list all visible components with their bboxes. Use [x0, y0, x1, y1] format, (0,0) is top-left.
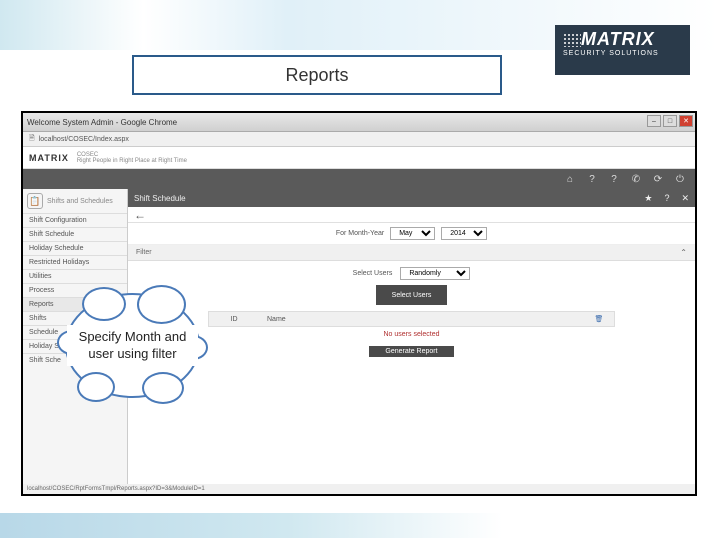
sidebar-item-restricted-holidays[interactable]: Restricted Holidays	[23, 255, 127, 269]
content-title: Shift Schedule	[134, 194, 186, 203]
home-icon[interactable]: ⌂	[561, 172, 579, 186]
app-logo-text: MATRIX	[29, 153, 69, 163]
chrome-window-title: Welcome System Admin - Google Chrome	[27, 118, 177, 127]
select-users-button[interactable]: Select Users	[376, 285, 448, 305]
sidebar-item-shift-schedule[interactable]: Shift Schedule	[23, 227, 127, 241]
select-users-label: Select Users	[353, 270, 393, 277]
close-button[interactable]: ✕	[679, 115, 693, 127]
chrome-addressbar: 🗎 localhost/COSEC/Index.aspx	[23, 132, 695, 147]
star-icon[interactable]: ★	[644, 193, 652, 204]
month-year-label: For Month-Year	[336, 230, 384, 237]
chrome-status-bar: localhost/COSEC/RptFormsTmpl/Reports.asp…	[23, 484, 695, 494]
phone-icon[interactable]: ✆	[627, 172, 645, 186]
collapse-icon[interactable]: ⌃	[680, 248, 687, 257]
sidebar-header-label: Shifts and Schedules	[47, 198, 113, 205]
sidebar-header: 📋 Shifts and Schedules	[23, 189, 127, 213]
month-select[interactable]: May	[390, 227, 435, 240]
slide-title: Reports	[285, 65, 348, 86]
callout-text: Specify Month and user using filter	[67, 325, 198, 367]
sidebar-item-utilities[interactable]: Utilities	[23, 269, 127, 283]
generate-report-button[interactable]: Generate Report	[369, 346, 453, 357]
back-row: ←	[128, 207, 695, 223]
select-users-row: Select Users Randomly	[128, 261, 695, 285]
select-users-dropdown[interactable]: Randomly	[400, 267, 470, 280]
users-table-header: ID Name 🗑	[208, 311, 615, 327]
help-icon[interactable]: ?	[583, 172, 601, 186]
status-text: localhost/COSEC/RptFormsTmpl/Reports.asp…	[27, 486, 205, 492]
chrome-window-controls: – □ ✕	[647, 115, 693, 127]
app-tagline: Right People in Right Place at Right Tim…	[77, 158, 187, 164]
maximize-button[interactable]: □	[663, 115, 677, 127]
sidebar-item-holiday-schedule[interactable]: Holiday Schedule	[23, 241, 127, 255]
power-icon[interactable]: ⏻	[671, 172, 689, 186]
content-help-icon[interactable]: ?	[664, 193, 669, 204]
filter-section-header[interactable]: Filter ⌃	[128, 245, 695, 261]
slide-bg-bottom	[0, 513, 718, 538]
minimize-button[interactable]: –	[647, 115, 661, 127]
content-titlebar: Shift Schedule ★ ? ✕	[128, 189, 695, 207]
chrome-titlebar: Welcome System Admin - Google Chrome – □…	[23, 113, 695, 132]
col-name: Name	[259, 316, 584, 323]
logo-dots-icon	[563, 33, 581, 47]
logo-brand: MATRIX	[581, 29, 655, 49]
back-arrow-icon[interactable]: ←	[134, 208, 146, 222]
logo-tagline: SECURITY SOLUTIONS	[563, 50, 682, 57]
address-text[interactable]: localhost/COSEC/Index.aspx	[39, 136, 129, 143]
app-header: MATRIX COSECRight People in Right Place …	[23, 147, 695, 169]
help2-icon[interactable]: ?	[605, 172, 623, 186]
content-close-icon[interactable]: ✕	[681, 193, 689, 204]
delete-all-icon[interactable]: 🗑	[584, 315, 614, 323]
matrix-logo: MATRIX SECURITY SOLUTIONS	[555, 25, 690, 75]
clipboard-icon: 📋	[27, 193, 43, 209]
page-icon: 🗎	[29, 134, 35, 145]
no-users-message: No users selected	[128, 327, 695, 342]
refresh-icon[interactable]: ⟳	[649, 172, 667, 186]
month-year-row: For Month-Year May 2014	[128, 223, 695, 245]
app-toolbar: ⌂ ? ? ✆ ⟳ ⏻	[23, 169, 695, 189]
col-id: ID	[209, 316, 259, 323]
main-content: Shift Schedule ★ ? ✕ ← For Month-Year Ma…	[128, 189, 695, 494]
year-select[interactable]: 2014	[441, 227, 487, 240]
filter-label: Filter	[136, 249, 152, 256]
annotation-callout: Specify Month and user using filter	[65, 293, 200, 398]
sidebar-item-shift-config[interactable]: Shift Configuration	[23, 213, 127, 227]
slide-title-box: Reports	[132, 55, 502, 95]
